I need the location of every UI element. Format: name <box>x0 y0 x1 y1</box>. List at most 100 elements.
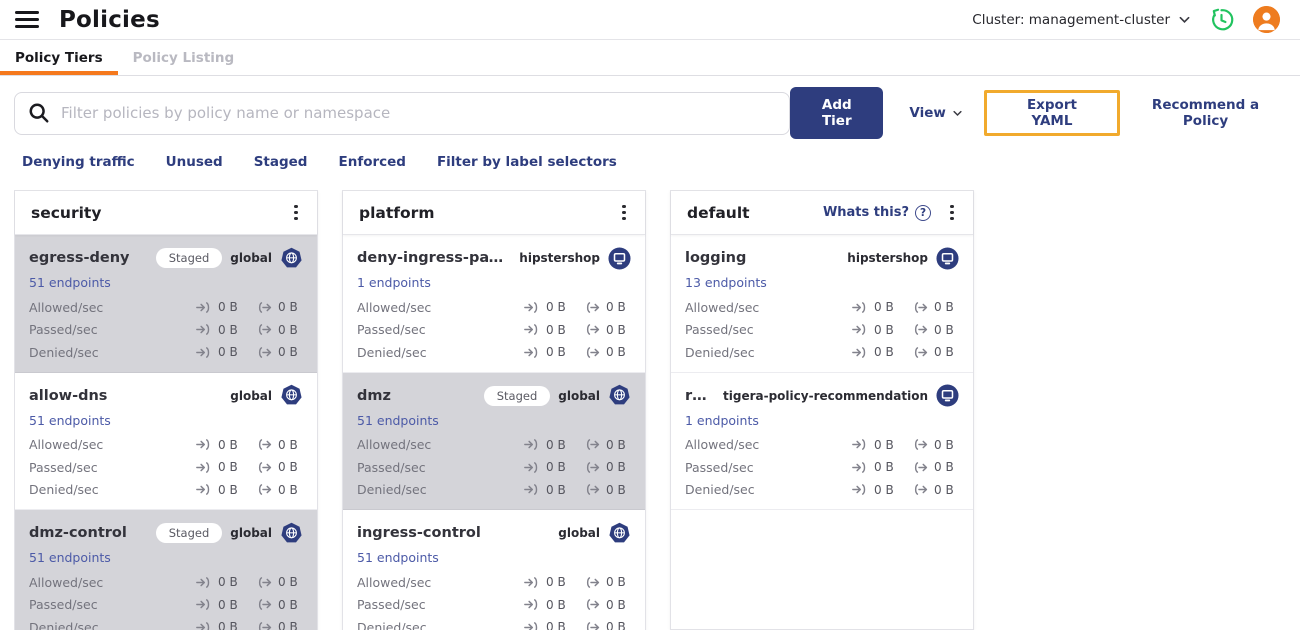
tier-header: default Whats this? ? <box>671 191 973 235</box>
ingress-arrow-icon <box>524 301 538 313</box>
egress-arrow-icon <box>258 301 272 313</box>
chevron-down-icon <box>953 110 962 117</box>
endpoints-link[interactable]: 1 endpoints <box>357 275 431 290</box>
metric-row: Allowed/sec 0 B 0 B <box>357 296 631 319</box>
metric-row: Denied/sec 0 B 0 B <box>685 341 959 364</box>
search-input[interactable] <box>61 104 777 122</box>
tier-menu-kebab-icon[interactable] <box>941 201 963 225</box>
policy-scope-label: hipstershop <box>519 251 600 265</box>
tier-name: default <box>687 203 750 222</box>
ingress-metric: 0 B <box>524 300 571 314</box>
metric-row: Allowed/sec 0 B 0 B <box>29 571 303 594</box>
metric-row: Allowed/sec 0 B 0 B <box>357 571 631 594</box>
add-tier-button[interactable]: Add Tier <box>790 87 884 139</box>
policy-card[interactable]: deny-ingress-paymentservi... hipstershop… <box>343 235 645 373</box>
metric-row: Passed/sec 0 B 0 B <box>685 456 959 479</box>
ingress-metric: 0 B <box>852 460 899 474</box>
metric-label: Denied/sec <box>357 482 427 498</box>
endpoints-link[interactable]: 51 endpoints <box>357 413 439 428</box>
tier-column-security: security egress-deny Staged global 51 en… <box>14 190 318 630</box>
metric-label: Passed/sec <box>685 459 754 475</box>
filter-unused[interactable]: Unused <box>166 154 223 170</box>
metric-label: Denied/sec <box>29 619 99 630</box>
tier-column-default: default Whats this? ? logging hipstersho… <box>670 190 974 630</box>
ingress-metric: 0 B <box>852 323 899 337</box>
filter-staged[interactable]: Staged <box>254 154 308 170</box>
policy-scope-label: global <box>558 388 600 403</box>
ingress-arrow-icon <box>196 461 210 473</box>
endpoints-link[interactable]: 1 endpoints <box>685 413 759 428</box>
history-icon[interactable] <box>1208 6 1235 33</box>
egress-arrow-icon <box>586 439 600 451</box>
policy-scope-label: global <box>230 526 272 540</box>
ingress-metric: 0 B <box>196 438 243 452</box>
ingress-metric: 0 B <box>852 438 899 452</box>
endpoints-link[interactable]: 51 endpoints <box>357 550 439 565</box>
egress-arrow-icon <box>914 439 928 451</box>
policy-card[interactable]: allow-dns global 51 endpoints Allowed/se… <box>15 373 317 510</box>
globe-icon <box>608 384 631 407</box>
metric-row: Allowed/sec 0 B 0 B <box>685 434 959 457</box>
ingress-arrow-icon <box>852 484 866 496</box>
search-icon <box>28 102 50 124</box>
filter-denying-traffic[interactable]: Denying traffic <box>22 154 135 170</box>
ingress-arrow-icon <box>524 439 538 451</box>
egress-metric: 0 B <box>912 345 959 359</box>
policy-card[interactable]: egress-deny Staged global 51 endpoints A… <box>15 235 317 373</box>
ingress-metric: 0 B <box>196 575 243 589</box>
tier-header: security <box>15 191 317 235</box>
policy-card[interactable]: restricted tigera-policy-recommendation … <box>671 373 973 510</box>
policy-card[interactable]: ingress-control global 51 endpoints Allo… <box>343 510 645 630</box>
endpoints-link[interactable]: 51 endpoints <box>29 275 111 290</box>
ingress-arrow-icon <box>524 621 538 630</box>
cluster-selector[interactable]: Cluster: management-cluster <box>972 12 1190 28</box>
endpoints-link[interactable]: 51 endpoints <box>29 413 111 428</box>
metric-label: Allowed/sec <box>29 437 104 453</box>
ingress-metric: 0 B <box>524 575 571 589</box>
metric-row: Passed/sec 0 B 0 B <box>29 594 303 617</box>
hamburger-menu-icon[interactable] <box>15 11 39 28</box>
policy-name: deny-ingress-paymentservi... <box>357 250 503 266</box>
metric-row: Passed/sec 0 B 0 B <box>29 456 303 479</box>
ingress-metric: 0 B <box>196 598 243 612</box>
egress-metric: 0 B <box>584 323 631 337</box>
ingress-metric: 0 B <box>524 323 571 337</box>
staged-badge: Staged <box>483 385 551 406</box>
filter-enforced[interactable]: Enforced <box>338 154 405 170</box>
tier-menu-kebab-icon[interactable] <box>285 201 307 225</box>
tier-column-platform: platform deny-ingress-paymentservi... hi… <box>342 190 646 630</box>
ingress-arrow-icon <box>196 324 210 336</box>
metric-row: Denied/sec 0 B 0 B <box>29 341 303 364</box>
ingress-metric: 0 B <box>524 438 571 452</box>
export-yaml-button[interactable]: Export YAML <box>1008 97 1096 129</box>
filter-by-label-selectors[interactable]: Filter by label selectors <box>437 154 617 170</box>
egress-metric: 0 B <box>256 483 303 497</box>
tier-menu-kebab-icon[interactable] <box>613 201 635 225</box>
policy-search-box[interactable] <box>14 91 791 135</box>
policy-card[interactable]: dmz Staged global 51 endpoints Allowed/s… <box>343 372 645 510</box>
policy-card[interactable]: logging hipstershop 13 endpoints Allowed… <box>671 235 973 373</box>
egress-metric: 0 B <box>912 323 959 337</box>
ingress-metric: 0 B <box>852 300 899 314</box>
ingress-arrow-icon <box>852 439 866 451</box>
policy-name: ingress-control <box>357 525 481 541</box>
metric-label: Allowed/sec <box>357 299 432 315</box>
metric-label: Denied/sec <box>685 482 755 498</box>
ingress-arrow-icon <box>196 439 210 451</box>
tab-policy-tiers[interactable]: Policy Tiers <box>0 40 118 75</box>
ingress-metric: 0 B <box>524 483 571 497</box>
endpoints-link[interactable]: 51 endpoints <box>29 550 111 565</box>
tab-policy-listing[interactable]: Policy Listing <box>118 40 250 75</box>
endpoints-link[interactable]: 13 endpoints <box>685 275 767 290</box>
whats-this-link[interactable]: Whats this? ? <box>823 204 931 221</box>
user-avatar[interactable] <box>1253 6 1280 33</box>
view-button[interactable]: View <box>909 105 962 121</box>
metric-label: Passed/sec <box>685 322 754 338</box>
egress-metric: 0 B <box>584 620 631 630</box>
ingress-metric: 0 B <box>524 460 571 474</box>
egress-metric: 0 B <box>584 345 631 359</box>
ingress-metric: 0 B <box>196 483 243 497</box>
recommend-policy-button[interactable]: Recommend a Policy <box>1133 97 1278 129</box>
ingress-arrow-icon <box>196 346 210 358</box>
policy-card[interactable]: dmz-control Staged global 51 endpoints A… <box>15 510 317 630</box>
